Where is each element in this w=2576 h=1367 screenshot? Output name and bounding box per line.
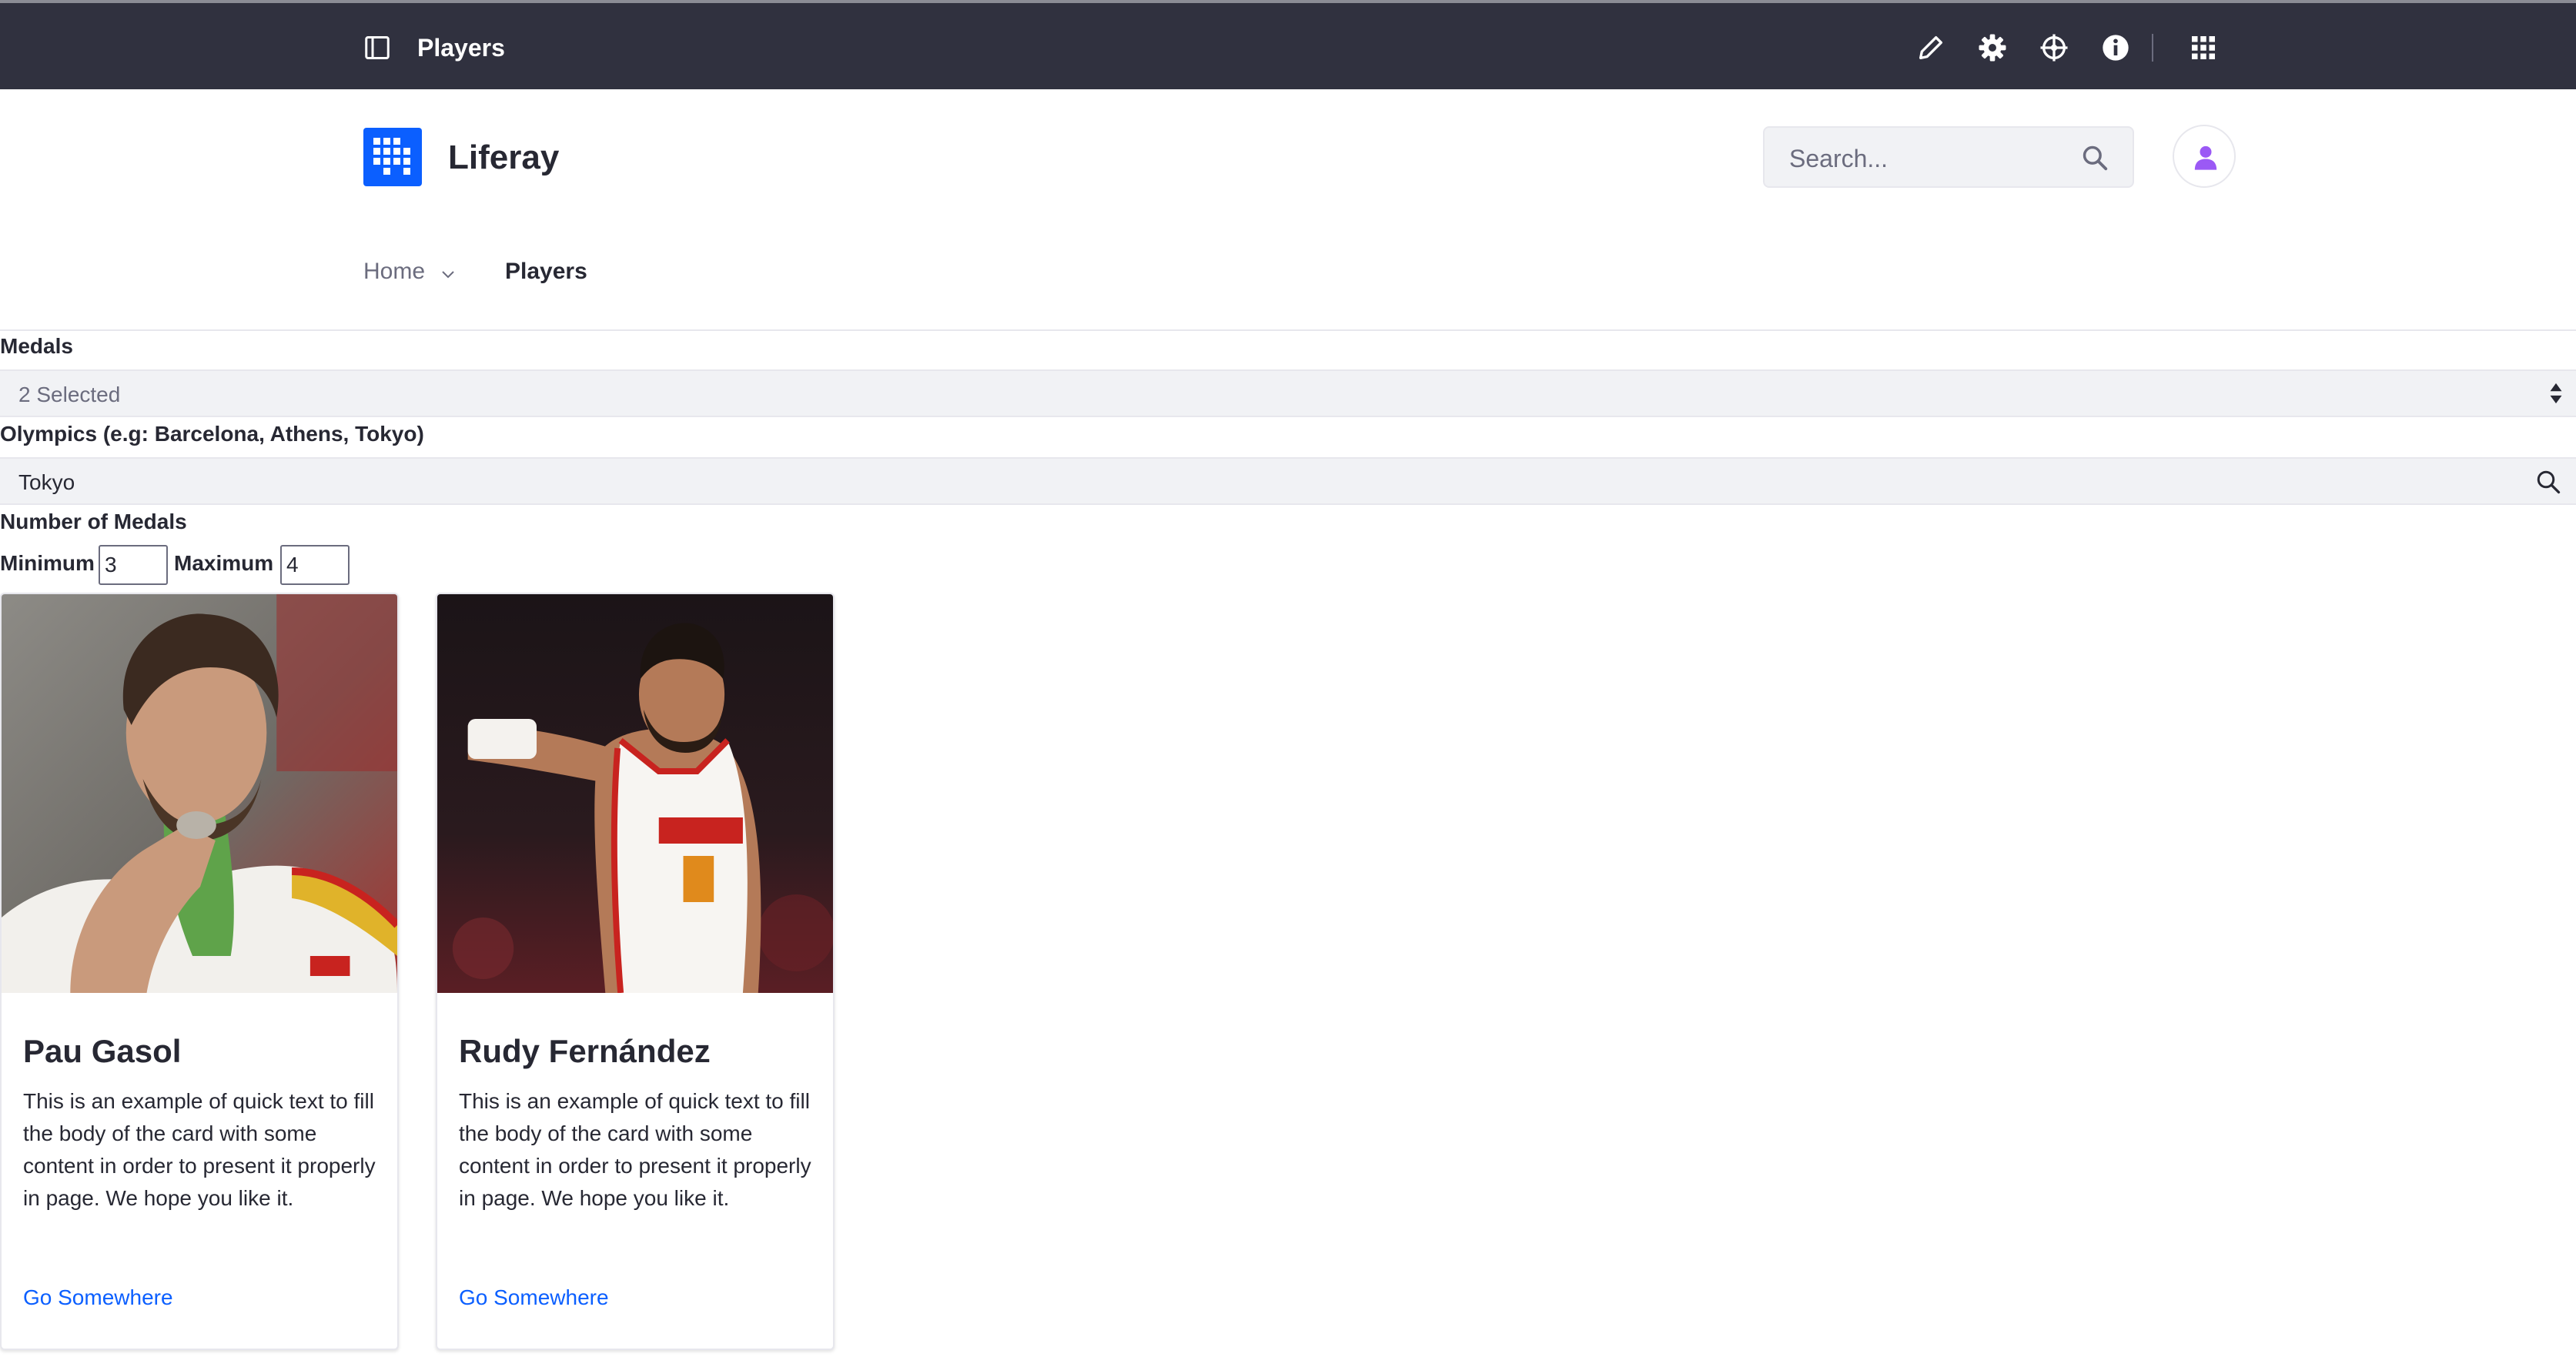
go-somewhere-link[interactable]: Go Somewhere: [23, 1285, 173, 1310]
player-card: Pau Gasol This is an example of quick te…: [0, 593, 399, 1350]
header-divider: [0, 329, 2576, 331]
card-title: Rudy Fernández: [459, 1033, 711, 1069]
info-icon[interactable]: [2100, 32, 2131, 63]
olympics-value: Tokyo: [18, 470, 75, 494]
liferay-logo-icon[interactable]: [363, 128, 422, 186]
medals-select-value: 2 Selected: [18, 383, 121, 406]
user-avatar-button[interactable]: [2173, 125, 2236, 188]
search-placeholder: Search...: [1789, 145, 1889, 172]
olympics-search-field[interactable]: Tokyo: [0, 457, 2576, 505]
medals-select[interactable]: 2 Selected: [0, 369, 2576, 417]
card-body-text: This is an example of quick text to fill…: [23, 1089, 376, 1210]
control-bar-title: Players: [417, 34, 505, 62]
apps-grid-icon[interactable]: [2188, 32, 2219, 63]
control-bar: Players: [0, 0, 2576, 89]
pencil-icon[interactable]: [1915, 32, 1946, 63]
minimum-label: Minimum: [0, 551, 95, 575]
minimum-input[interactable]: 3: [99, 545, 168, 585]
maximum-label: Maximum: [174, 551, 274, 575]
search-icon[interactable]: [2080, 143, 2109, 172]
search-input[interactable]: Search...: [1763, 126, 2134, 188]
site-name[interactable]: Liferay: [448, 139, 559, 177]
chevron-down-icon[interactable]: [439, 265, 457, 283]
go-somewhere-link[interactable]: Go Somewhere: [459, 1285, 609, 1310]
simulation-icon[interactable]: [2039, 32, 2069, 63]
select-updown-icon: [2550, 383, 2562, 404]
nav-item-home[interactable]: Home: [363, 259, 425, 285]
sidebar-panel-icon[interactable]: [363, 34, 391, 62]
player-card: Rudy Fernández This is an example of qui…: [436, 593, 835, 1350]
card-body-text: This is an example of quick text to fill…: [459, 1089, 811, 1210]
olympics-label: Olympics (e.g: Barcelona, Athens, Tokyo): [0, 422, 424, 446]
player-photo: [2, 594, 397, 993]
user-icon: [2194, 145, 2217, 170]
search-icon[interactable]: [2534, 468, 2562, 496]
control-bar-separator: [2152, 34, 2153, 62]
player-photo: [437, 594, 833, 993]
medals-label: Medals: [0, 334, 73, 358]
gear-icon[interactable]: [1977, 32, 2008, 63]
number-of-medals-label: Number of Medals: [0, 510, 187, 533]
nav-item-players[interactable]: Players: [505, 259, 587, 285]
card-title: Pau Gasol: [23, 1033, 182, 1069]
maximum-input[interactable]: 4: [280, 545, 350, 585]
